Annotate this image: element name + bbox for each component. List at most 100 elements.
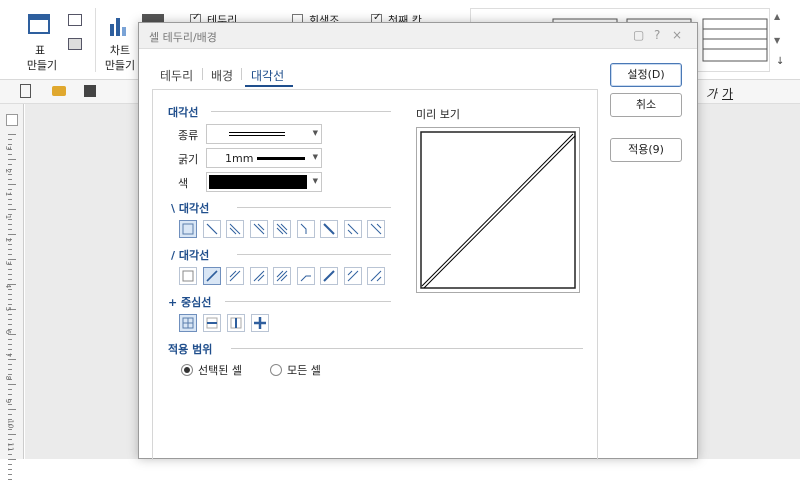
color-swatch [209, 175, 307, 189]
cancel-button[interactable]: 취소 [610, 93, 682, 117]
font-btn-2[interactable]: 가 [706, 85, 717, 102]
section-line [231, 348, 583, 349]
radio-all-cells-label[interactable]: 모든 셀 [287, 362, 321, 378]
ruler-tick [8, 349, 12, 350]
diagonal-option-button[interactable] [202, 220, 221, 238]
ruler-tick [8, 459, 16, 460]
table-icon[interactable] [28, 14, 50, 34]
ruler-tick [8, 469, 12, 470]
comment-icon[interactable]: ▢ [633, 28, 644, 42]
section-slash: / 대각선 [171, 249, 210, 262]
ruler-number: 10 [6, 419, 15, 429]
ruler-tick [8, 174, 12, 175]
ruler-number: 3 [4, 260, 13, 266]
ruler-tick [8, 229, 12, 230]
diagonal-option-button[interactable] [249, 267, 268, 285]
apply-button[interactable]: 적용(9) [610, 138, 682, 162]
width-preview [257, 157, 305, 160]
gallery-scroll-down[interactable]: ▼ [774, 36, 788, 50]
ruler-tick [8, 324, 12, 325]
tab-separator [202, 68, 203, 80]
tab-background[interactable]: 배경 [211, 67, 233, 84]
radio-selected-cell-label[interactable]: 선택된 셀 [198, 362, 242, 378]
vertical-ruler: 3 2 1 1 2 3 4 5 6 7 8 9 10 11 [0, 104, 24, 480]
open-folder-icon[interactable] [52, 86, 66, 96]
diagonal-option-button[interactable] [343, 267, 362, 285]
section-line [225, 301, 391, 302]
ruler-tick [8, 404, 12, 405]
diagonal-option-button[interactable] [367, 267, 385, 285]
ruler-tick [8, 274, 12, 275]
ruler-tick [8, 339, 12, 340]
diagonal-option-button[interactable] [273, 267, 291, 285]
ruler-number: 2 [4, 237, 13, 243]
table-button-sublabel[interactable]: 만들기 [22, 57, 62, 73]
ruler-number: 8 [4, 375, 13, 381]
ruler-tick [8, 159, 16, 160]
close-icon[interactable]: × [672, 28, 682, 42]
radio-selected-cell[interactable] [181, 364, 193, 376]
ruler-tick [8, 249, 12, 250]
diagonal-option-button[interactable] [202, 267, 221, 285]
diagonal-option-button[interactable] [179, 267, 197, 285]
chevron-down-icon: ▼ [312, 129, 318, 137]
diagonal-option-button[interactable] [249, 220, 268, 238]
diagonal-option-button[interactable] [251, 314, 269, 332]
help-icon[interactable]: ? [654, 28, 660, 42]
table-button-label[interactable]: 표 [30, 42, 50, 58]
chevron-down-icon: ▼ [312, 177, 318, 185]
font-btn-3[interactable]: 가 [722, 85, 733, 102]
new-doc-icon[interactable] [20, 84, 31, 98]
diagonal-option-button[interactable] [320, 220, 338, 238]
diagonal-option-button[interactable] [296, 220, 315, 238]
diagonal-option-button[interactable] [226, 220, 244, 238]
line-type-combo[interactable]: ▼ [206, 124, 322, 144]
diagonal-option-button[interactable] [179, 220, 197, 238]
ruler-tick [8, 434, 16, 435]
gallery-scroll-up[interactable]: ▲ [774, 12, 788, 26]
ruler-tick [8, 154, 12, 155]
ribbon-divider [95, 8, 96, 72]
diagonal-option-button[interactable] [179, 314, 197, 332]
ruler-tick [8, 189, 12, 190]
diagonal-option-button[interactable] [203, 314, 221, 332]
set-button[interactable]: 설정(D) [610, 63, 682, 87]
ruler-tick [8, 209, 16, 210]
chevron-down-icon: ▼ [312, 153, 318, 161]
table-style-icon[interactable] [68, 38, 82, 50]
line-color-combo[interactable]: ▼ [206, 172, 322, 192]
radio-all-cells[interactable] [270, 364, 282, 376]
diagonal-option-button[interactable] [320, 267, 338, 285]
ruler-tick [8, 304, 12, 305]
ruler-corner-icon[interactable] [6, 114, 18, 126]
ruler-tick [8, 199, 12, 200]
diagonal-option-button[interactable] [367, 220, 385, 238]
tab-diagonal[interactable]: 대각선 [251, 67, 284, 84]
chart-button-sublabel[interactable]: 만들기 [100, 57, 140, 73]
preview-diagram [420, 131, 576, 289]
table-edit-icon[interactable] [68, 14, 82, 26]
diagonal-option-button[interactable] [296, 267, 315, 285]
ruler-tick [8, 139, 12, 140]
diagonal-option-button[interactable] [226, 267, 244, 285]
tab-separator [241, 68, 242, 80]
ruler-tick [8, 384, 16, 385]
tab-border[interactable]: 테두리 [160, 67, 193, 84]
ruler-tick [8, 184, 16, 185]
save-icon[interactable] [84, 85, 96, 97]
diagonal-option-button[interactable] [227, 314, 245, 332]
ruler-tick [8, 179, 12, 180]
color-label: 색 [178, 177, 189, 190]
ruler-tick [8, 464, 12, 465]
ruler-number: 5 [4, 306, 13, 312]
chart-icon[interactable] [108, 16, 130, 36]
gallery-expand[interactable]: ↓ [776, 56, 786, 68]
chart-button-label[interactable]: 차트 [104, 42, 136, 58]
diagonal-option-button[interactable] [273, 220, 291, 238]
ruler-tick [8, 454, 12, 455]
ruler-number: 4 [4, 283, 13, 289]
ruler-number: 1 [4, 214, 13, 220]
active-tab-underline [245, 85, 293, 87]
diagonal-option-button[interactable] [343, 220, 362, 238]
line-width-combo[interactable]: 1mm ▼ [206, 148, 322, 168]
